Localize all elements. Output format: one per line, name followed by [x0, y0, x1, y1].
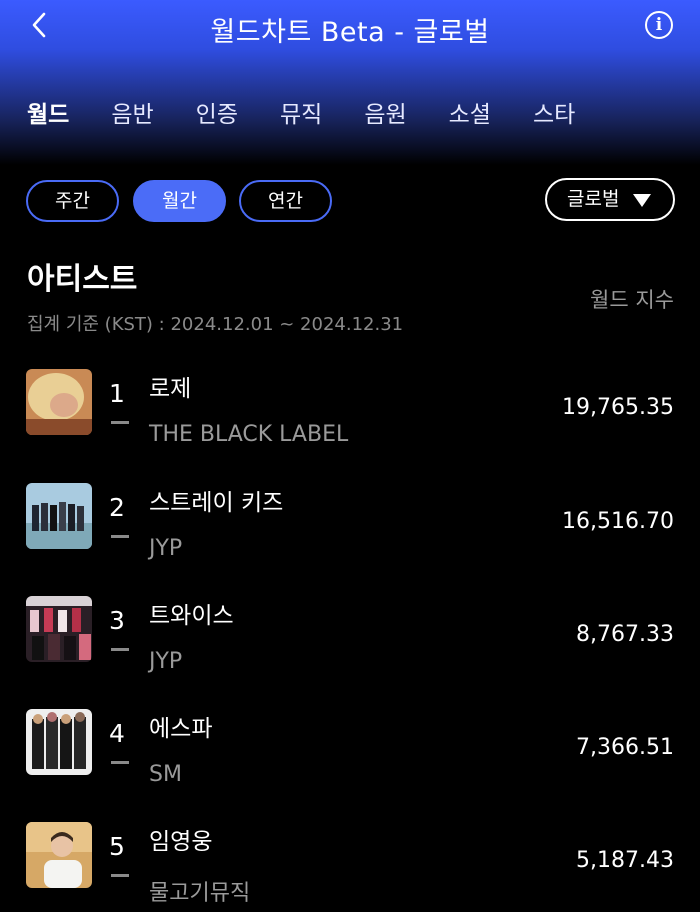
info-icon[interactable]: i [645, 11, 673, 39]
rank-change-none-icon [111, 648, 129, 651]
artist-thumbnail [26, 596, 92, 662]
ranking-row[interactable]: 4 에스파 SM 7,366.51 [0, 709, 700, 799]
aggregation-period: 집계 기준 (KST) : 2024.12.01 ~ 2024.12.31 [27, 314, 404, 335]
artist-thumbnail [26, 709, 92, 775]
world-index-score: 7,366.51 [576, 735, 674, 760]
period-weekly-button[interactable]: 주간 [26, 180, 119, 222]
tab-digital[interactable]: 음원 [364, 95, 406, 129]
artist-name: 트와이스 [149, 603, 234, 629]
tab-album[interactable]: 음반 [111, 95, 153, 129]
tab-music[interactable]: 뮤직 [280, 95, 322, 129]
world-index-score: 5,187.43 [576, 848, 674, 873]
rank-number: 5 [109, 832, 125, 861]
page-title: 월드차트 Beta - 글로벌 [210, 17, 490, 48]
artist-agency: THE BLACK LABEL [149, 422, 349, 447]
rank-number: 1 [109, 379, 125, 408]
artist-thumbnail [26, 822, 92, 888]
rank-number: 3 [109, 606, 125, 635]
tab-social[interactable]: 소셜 [449, 95, 491, 129]
artist-thumbnail [26, 369, 92, 435]
ranking-row[interactable]: 1 로제 THE BLACK LABEL 19,765.35 [0, 369, 700, 459]
artist-name: 에스파 [149, 716, 213, 742]
period-monthly-button[interactable]: 월간 [133, 180, 226, 222]
artist-name: 스트레이 키즈 [149, 490, 284, 516]
rank-change-none-icon [111, 421, 129, 424]
ranking-row[interactable]: 5 임영웅 물고기뮤직 5,187.43 [0, 822, 700, 912]
world-index-score: 8,767.33 [576, 622, 674, 647]
rank-change-none-icon [111, 874, 129, 877]
period-yearly-button[interactable]: 연간 [239, 180, 332, 222]
region-select[interactable]: 글로벌 [545, 178, 675, 221]
region-select-value: 글로벌 [567, 188, 620, 210]
ranking-row[interactable]: 2 스트레이 키즈 JYP 16,516.70 [0, 483, 700, 573]
artist-thumbnail [26, 483, 92, 549]
tab-star[interactable]: 스타 [533, 95, 575, 129]
ranking-row[interactable]: 3 트와이스 JYP 8,767.33 [0, 596, 700, 686]
tab-world[interactable]: 월드 [27, 95, 69, 129]
tab-certification[interactable]: 인증 [196, 95, 238, 129]
rank-change-none-icon [111, 761, 129, 764]
header: 월드차트 Beta - 글로벌 i 월드 음반 인증 뮤직 음원 소셜 스타 [0, 0, 700, 165]
rank-change-none-icon [111, 535, 129, 538]
artist-name: 임영웅 [149, 829, 213, 855]
section-title: 아티스트 [27, 262, 138, 297]
world-index-score: 19,765.35 [562, 395, 674, 420]
metric-label: 월드 지수 [590, 288, 674, 312]
category-tabs: 월드 음반 인증 뮤직 음원 소셜 스타 [27, 95, 617, 129]
rank-number: 4 [109, 719, 125, 748]
triangle-down-icon [633, 194, 651, 207]
rank-number: 2 [109, 493, 125, 522]
world-index-score: 16,516.70 [562, 509, 674, 534]
artist-agency: JYP [149, 649, 183, 674]
artist-agency: SM [149, 762, 182, 787]
artist-agency: 물고기뮤직 [149, 881, 251, 906]
artist-name: 로제 [149, 376, 192, 402]
artist-agency: JYP [149, 536, 183, 561]
